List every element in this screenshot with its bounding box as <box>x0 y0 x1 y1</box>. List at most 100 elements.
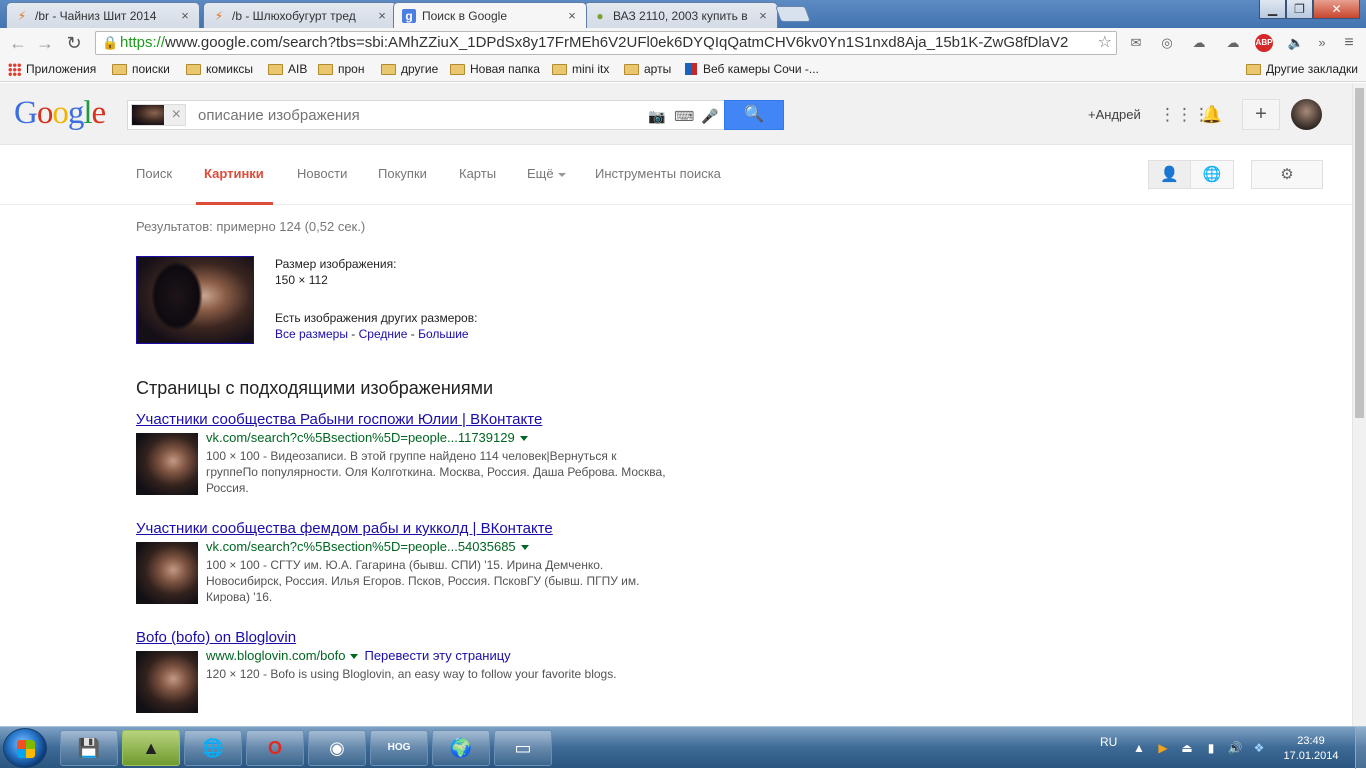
microphone-icon[interactable]: 🎤 <box>701 107 719 125</box>
share-plus-button[interactable]: + <box>1242 99 1280 130</box>
result-title-link[interactable]: Bofo (bofo) on Bloglovin <box>136 629 676 649</box>
address-bar[interactable]: 🔒 https://www.google.com/search?tbs=sbi:… <box>95 31 1117 55</box>
taskbar-app-floppy[interactable]: 💾 <box>60 730 118 766</box>
bookmark-folder[interactable]: прон <box>318 62 364 76</box>
tab-images[interactable]: Картинки <box>204 166 264 181</box>
taskbar-app-opera[interactable]: O <box>246 730 304 766</box>
search-input[interactable] <box>198 107 638 124</box>
page-scrollbar[interactable] <box>1352 83 1366 726</box>
volume-icon[interactable]: 🔈 <box>1287 34 1305 52</box>
hide-personal-results-button[interactable]: 🌐 <box>1190 160 1234 189</box>
windows-logo-icon <box>17 740 35 758</box>
menu-icon[interactable]: ≡ <box>1340 34 1358 52</box>
speaker-icon[interactable]: 🔊 <box>1227 740 1243 756</box>
search-button[interactable]: 🔍 <box>724 100 784 130</box>
more-extensions-icon[interactable]: » <box>1313 34 1331 52</box>
medium-sizes-link[interactable]: Средние <box>359 327 408 341</box>
translate-page-link[interactable]: Перевести эту страницу <box>364 648 510 663</box>
dropbox-icon[interactable]: ❖ <box>1251 740 1267 756</box>
query-image-chip[interactable]: × <box>131 104 186 126</box>
language-indicator[interactable]: RU <box>1100 735 1117 749</box>
all-sizes-link[interactable]: Все размеры <box>275 327 348 341</box>
maximize-button[interactable]: ❐ <box>1286 0 1313 19</box>
reload-icon[interactable]: ↻ <box>63 32 85 54</box>
bookmark-folder[interactable]: комиксы <box>186 62 253 76</box>
result-title-link[interactable]: Участники сообщества фемдом рабы и кукко… <box>136 520 676 540</box>
apps-grid-icon[interactable]: ⋮⋮⋮ <box>1159 103 1210 127</box>
taskbar-app-earth[interactable]: 🌍 <box>432 730 490 766</box>
browser-toolbar: ← → ↻ 🔒 https://www.google.com/search?tb… <box>0 28 1366 58</box>
show-desktop-button[interactable] <box>1355 727 1366 769</box>
floppy-icon: 💾 <box>77 738 101 758</box>
bookmark-folder[interactable]: mini itx <box>552 62 609 76</box>
cloud-icon[interactable]: ☁ <box>1190 34 1208 52</box>
search-nav: Поиск Картинки Новости Покупки Карты Ещё… <box>0 145 1352 205</box>
taskbar-app-tablet[interactable]: ▭ <box>494 730 552 766</box>
tab-shopping[interactable]: Покупки <box>378 166 427 181</box>
close-window-button[interactable]: ✕ <box>1313 0 1360 19</box>
tab-search-tools[interactable]: Инструменты поиска <box>595 166 721 181</box>
close-tab-icon[interactable]: × <box>566 8 578 23</box>
result-thumbnail[interactable] <box>136 433 198 495</box>
bookmark-star-icon[interactable]: ☆ <box>1098 32 1112 54</box>
close-tab-icon[interactable]: × <box>376 8 388 23</box>
bookmark-folder[interactable]: поиски <box>112 62 170 76</box>
bookmark-folder[interactable]: AIB <box>268 62 307 76</box>
chevron-down-icon[interactable] <box>350 654 359 660</box>
result-title-link[interactable]: Участники сообщества Рабыни госпожи Юлии… <box>136 411 676 431</box>
scrollbar-thumb[interactable] <box>1355 88 1364 418</box>
cloud-plus-icon[interactable]: ☁ <box>1224 34 1242 52</box>
personal-results-button[interactable]: 👤 <box>1148 160 1191 189</box>
result-thumbnail[interactable] <box>136 651 198 713</box>
bookmark-apps[interactable]: Приложения <box>8 62 96 76</box>
network-signal-icon[interactable]: ▮ <box>1203 740 1219 756</box>
start-button[interactable] <box>3 728 47 768</box>
bookmark-site[interactable]: Веб камеры Сочи -... <box>685 62 819 76</box>
media-player-tray-icon[interactable]: ▶ <box>1155 740 1171 756</box>
system-clock[interactable]: 23:49 17.01.2014 <box>1282 734 1340 764</box>
extension-icon[interactable]: ◎ <box>1158 34 1176 52</box>
new-tab-button[interactable] <box>775 6 811 22</box>
result-thumbnail[interactable] <box>136 542 198 604</box>
sizes-links: Все размеры - Средние - Большие <box>275 327 469 341</box>
other-bookmarks[interactable]: Другие закладки <box>1246 62 1358 76</box>
search-icon: 🔍 <box>744 106 764 123</box>
bookmark-folder[interactable]: Новая папка <box>450 62 540 76</box>
taskbar-app-hog[interactable]: HOG <box>370 730 428 766</box>
browser-tab-1[interactable]: ⚡ /br - Чайниз Шит 2014 × <box>6 2 200 28</box>
bookmark-folder[interactable]: арты <box>624 62 671 76</box>
mail-icon[interactable]: ✉ <box>1127 34 1145 52</box>
taskbar-app-chrome[interactable]: ◉ <box>308 730 366 766</box>
remove-image-icon[interactable]: × <box>172 105 181 125</box>
back-arrow-icon[interactable]: ← <box>7 32 29 54</box>
settings-button[interactable]: ⚙ <box>1251 160 1323 189</box>
tray-expand-icon[interactable]: ▲ <box>1131 740 1147 756</box>
notifications-bell-icon[interactable]: 🔔 <box>1200 103 1224 127</box>
taskbar-app-aimp[interactable]: ▲ <box>122 730 180 766</box>
tab-news[interactable]: Новости <box>297 166 347 181</box>
browser-tab-active[interactable]: g Поиск в Google × <box>393 2 587 28</box>
minimize-button[interactable]: ▁ <box>1259 0 1286 19</box>
forward-arrow-icon[interactable]: → <box>34 32 56 54</box>
tab-search[interactable]: Поиск <box>136 166 172 181</box>
bookmark-folder[interactable]: другие <box>381 62 438 76</box>
google-logo[interactable]: Google <box>14 95 106 132</box>
camera-icon[interactable]: 📷 <box>648 107 666 125</box>
large-sizes-link[interactable]: Большие <box>418 327 469 341</box>
query-image[interactable] <box>136 256 254 344</box>
keyboard-icon[interactable]: ⌨ <box>674 107 694 125</box>
tab-more[interactable]: Ещё <box>527 166 566 181</box>
avatar[interactable] <box>1291 99 1322 130</box>
browser-tab-2[interactable]: ⚡ /b - Шлюхобугурт тред × <box>203 2 397 28</box>
close-tab-icon[interactable]: × <box>757 8 769 23</box>
close-tab-icon[interactable]: × <box>179 8 191 23</box>
chevron-down-icon[interactable] <box>519 436 528 442</box>
user-name-link[interactable]: +Андрей <box>1088 107 1141 122</box>
browser-tab-4[interactable]: ● ВАЗ 2110, 2003 купить в Р × <box>584 2 778 28</box>
image-size-label: Размер изображения: <box>275 257 397 271</box>
usb-device-icon[interactable]: ⏏ <box>1179 740 1195 756</box>
chevron-down-icon[interactable] <box>520 545 529 551</box>
tab-maps[interactable]: Карты <box>459 166 496 181</box>
adblock-icon[interactable]: ABP <box>1255 34 1273 52</box>
taskbar-app-globe[interactable]: 🌐 <box>184 730 242 766</box>
